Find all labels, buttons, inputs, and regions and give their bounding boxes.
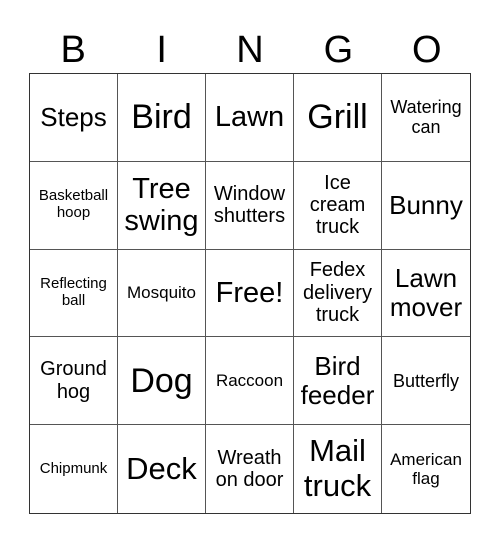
bingo-cell[interactable]: Watering can [382,74,470,162]
bingo-header: B I N G O [29,26,471,74]
bingo-grid: Steps Bird Lawn Grill Watering can Baske… [29,73,471,514]
bingo-cell[interactable]: Steps [30,74,118,162]
bingo-cell[interactable]: Lawn [206,74,294,162]
bingo-cell[interactable]: Wreath on door [206,425,294,513]
bingo-cell[interactable]: Reflecting ball [30,249,118,338]
bingo-cell[interactable]: Dog [118,337,206,426]
bingo-cell[interactable]: Butterfly [382,337,470,426]
bingo-cell[interactable]: Chipmunk [30,425,118,513]
bingo-cell[interactable]: Window shutters [206,161,294,250]
bingo-cell[interactable]: Bird feeder [294,337,382,426]
header-letter-i: I [156,29,167,71]
bingo-cell[interactable]: Bunny [382,162,470,250]
header-letter-g: G [323,29,354,71]
bingo-cell[interactable]: Mail truck [294,425,382,513]
bingo-cell[interactable]: Basketball hoop [30,161,118,250]
bingo-cell[interactable]: Deck [118,425,206,513]
bingo-cell[interactable]: Lawn mover [382,250,470,338]
bingo-cell[interactable]: Grill [294,74,382,162]
bingo-cell[interactable]: Tree swing [118,161,206,250]
header-letter-o: O [412,29,442,71]
bingo-cell[interactable]: Fedex delivery truck [294,249,382,338]
bingo-cell[interactable]: Ground hog [30,337,118,426]
bingo-cell[interactable]: American flag [382,425,470,513]
free-space-cell[interactable]: Free! [206,249,294,338]
bingo-cell[interactable]: Raccoon [206,337,294,426]
bingo-cell[interactable]: Bird [118,74,206,162]
bingo-cell[interactable]: Mosquito [118,249,206,338]
bingo-cell[interactable]: Ice cream truck [294,161,382,250]
header-letter-n: N [236,29,264,71]
header-letter-b: B [60,29,86,71]
